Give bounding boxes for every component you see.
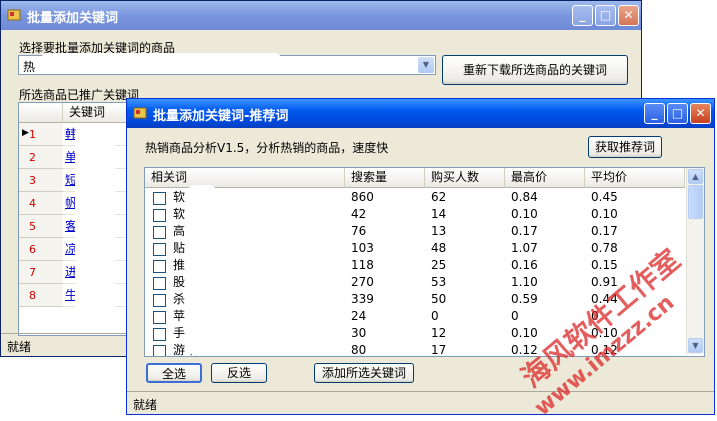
maximize-icon[interactable]: □ [595, 5, 616, 26]
minimize-icon[interactable]: _ [572, 5, 593, 26]
recommend-window-title: 批量添加关键词-推荐词 [153, 109, 289, 124]
close-icon[interactable]: ✕ [690, 103, 711, 124]
redownload-keywords-button[interactable]: 重新下载所选商品的关键词 [442, 55, 628, 85]
cell-search: 24 [351, 309, 367, 323]
col-header-search: 搜索量 [345, 168, 425, 188]
cell-max: 1.07 [511, 241, 538, 255]
select-all-button[interactable]: 全选 [146, 363, 202, 383]
cell-buyers: 17 [431, 343, 447, 357]
cell-max: 1.10 [511, 275, 538, 289]
cell-avg: 0.10 [591, 207, 618, 221]
cell-buyers: 62 [431, 190, 447, 204]
row-checkbox[interactable] [153, 277, 166, 290]
cell-max: 0.84 [511, 190, 538, 204]
row-checkbox[interactable] [153, 311, 166, 324]
analysis-info-text: 热销商品分析V1.5，分析热销的商品，速度快 [145, 141, 389, 155]
cell-search: 860 [351, 190, 374, 204]
promoted-keywords-label: 所选商品已推广关键词 [19, 88, 140, 102]
maximize-icon[interactable]: □ [667, 103, 688, 124]
add-selected-keywords-button[interactable]: 添加所选关键词 [314, 363, 414, 383]
redacted-area [187, 185, 217, 355]
close-icon[interactable]: ✕ [618, 5, 639, 26]
current-row-marker-icon: ▶ [22, 128, 29, 138]
cell-search: 30 [351, 326, 367, 340]
col-header-buyers: 购买人数 [425, 168, 505, 188]
cell-buyers: 12 [431, 326, 447, 340]
cell-buyers: 14 [431, 207, 447, 221]
col-header-word: 相关词 [145, 168, 345, 188]
cell-buyers: 50 [431, 292, 447, 306]
row-header[interactable]: 6 [19, 238, 63, 261]
row-checkbox[interactable] [153, 243, 166, 256]
row-header[interactable]: 4 [19, 192, 63, 215]
cell-search: 270 [351, 275, 374, 289]
redacted-area [75, 127, 115, 322]
row-header[interactable]: 3 [19, 169, 63, 192]
scroll-down-icon[interactable]: ▼ [688, 338, 703, 353]
main-window-title: 批量添加关键词 [27, 11, 119, 26]
cell-max: 0.59 [511, 292, 538, 306]
row-header[interactable]: 7 [19, 261, 63, 284]
cell-search: 118 [351, 258, 374, 272]
cell-buyers: 0 [431, 309, 439, 323]
row-header[interactable]: 8 [19, 284, 63, 307]
recommend-status-text: 就绪 [133, 398, 158, 412]
cell-max: 0.10 [511, 207, 538, 221]
redacted-area [41, 53, 281, 73]
row-checkbox[interactable] [153, 260, 166, 273]
cell-search: 80 [351, 343, 367, 357]
col-header-avg: 平均价 [585, 168, 685, 188]
scroll-up-icon[interactable]: ▲ [688, 169, 703, 184]
app-icon [7, 8, 21, 22]
cell-avg: 0.17 [591, 224, 618, 238]
cell-avg: 0.45 [591, 190, 618, 204]
row-checkbox[interactable] [153, 328, 166, 341]
row-checkbox[interactable] [153, 209, 166, 222]
row-header[interactable]: 2 [19, 146, 63, 169]
row-checkbox[interactable] [153, 192, 166, 205]
cell-buyers: 53 [431, 275, 447, 289]
fetch-recommend-button[interactable]: 获取推荐词 [588, 136, 662, 158]
cell-buyers: 13 [431, 224, 447, 238]
main-window-titlebar: 批量添加关键词 _ □ ✕ [1, 1, 641, 30]
cell-search: 76 [351, 224, 367, 238]
recommend-window: 批量添加关键词-推荐词 _ □ ✕ 热销商品分析V1.5，分析热销的商品，速度快… [126, 98, 715, 415]
chevron-down-icon[interactable]: ▼ [418, 57, 434, 73]
row-header[interactable]: 5 [19, 215, 63, 238]
scroll-thumb[interactable] [688, 185, 703, 219]
app-icon [133, 106, 147, 120]
minimize-icon[interactable]: _ [644, 103, 665, 124]
recommend-status-bar: 就绪 [127, 391, 714, 414]
cell-search: 42 [351, 207, 367, 221]
recommend-window-titlebar: 批量添加关键词-推荐词 _ □ ✕ [127, 99, 714, 128]
main-status-text: 就绪 [7, 340, 32, 354]
cell-search: 339 [351, 292, 374, 306]
grid-header-keyword: 关键词 [63, 103, 134, 123]
cell-buyers: 48 [431, 241, 447, 255]
row-checkbox[interactable] [153, 226, 166, 239]
col-header-max: 最高价 [505, 168, 585, 188]
cell-max: 0.16 [511, 258, 538, 272]
cell-buyers: 25 [431, 258, 447, 272]
cell-max: 0.17 [511, 224, 538, 238]
vertical-scrollbar[interactable]: ▲ ▼ [686, 168, 704, 354]
product-select-value: 热 [23, 60, 36, 74]
row-checkbox[interactable] [153, 294, 166, 307]
invert-selection-button[interactable]: 反选 [211, 363, 267, 383]
row-checkbox[interactable] [153, 345, 166, 356]
cell-search: 103 [351, 241, 374, 255]
grid-corner [19, 103, 63, 123]
